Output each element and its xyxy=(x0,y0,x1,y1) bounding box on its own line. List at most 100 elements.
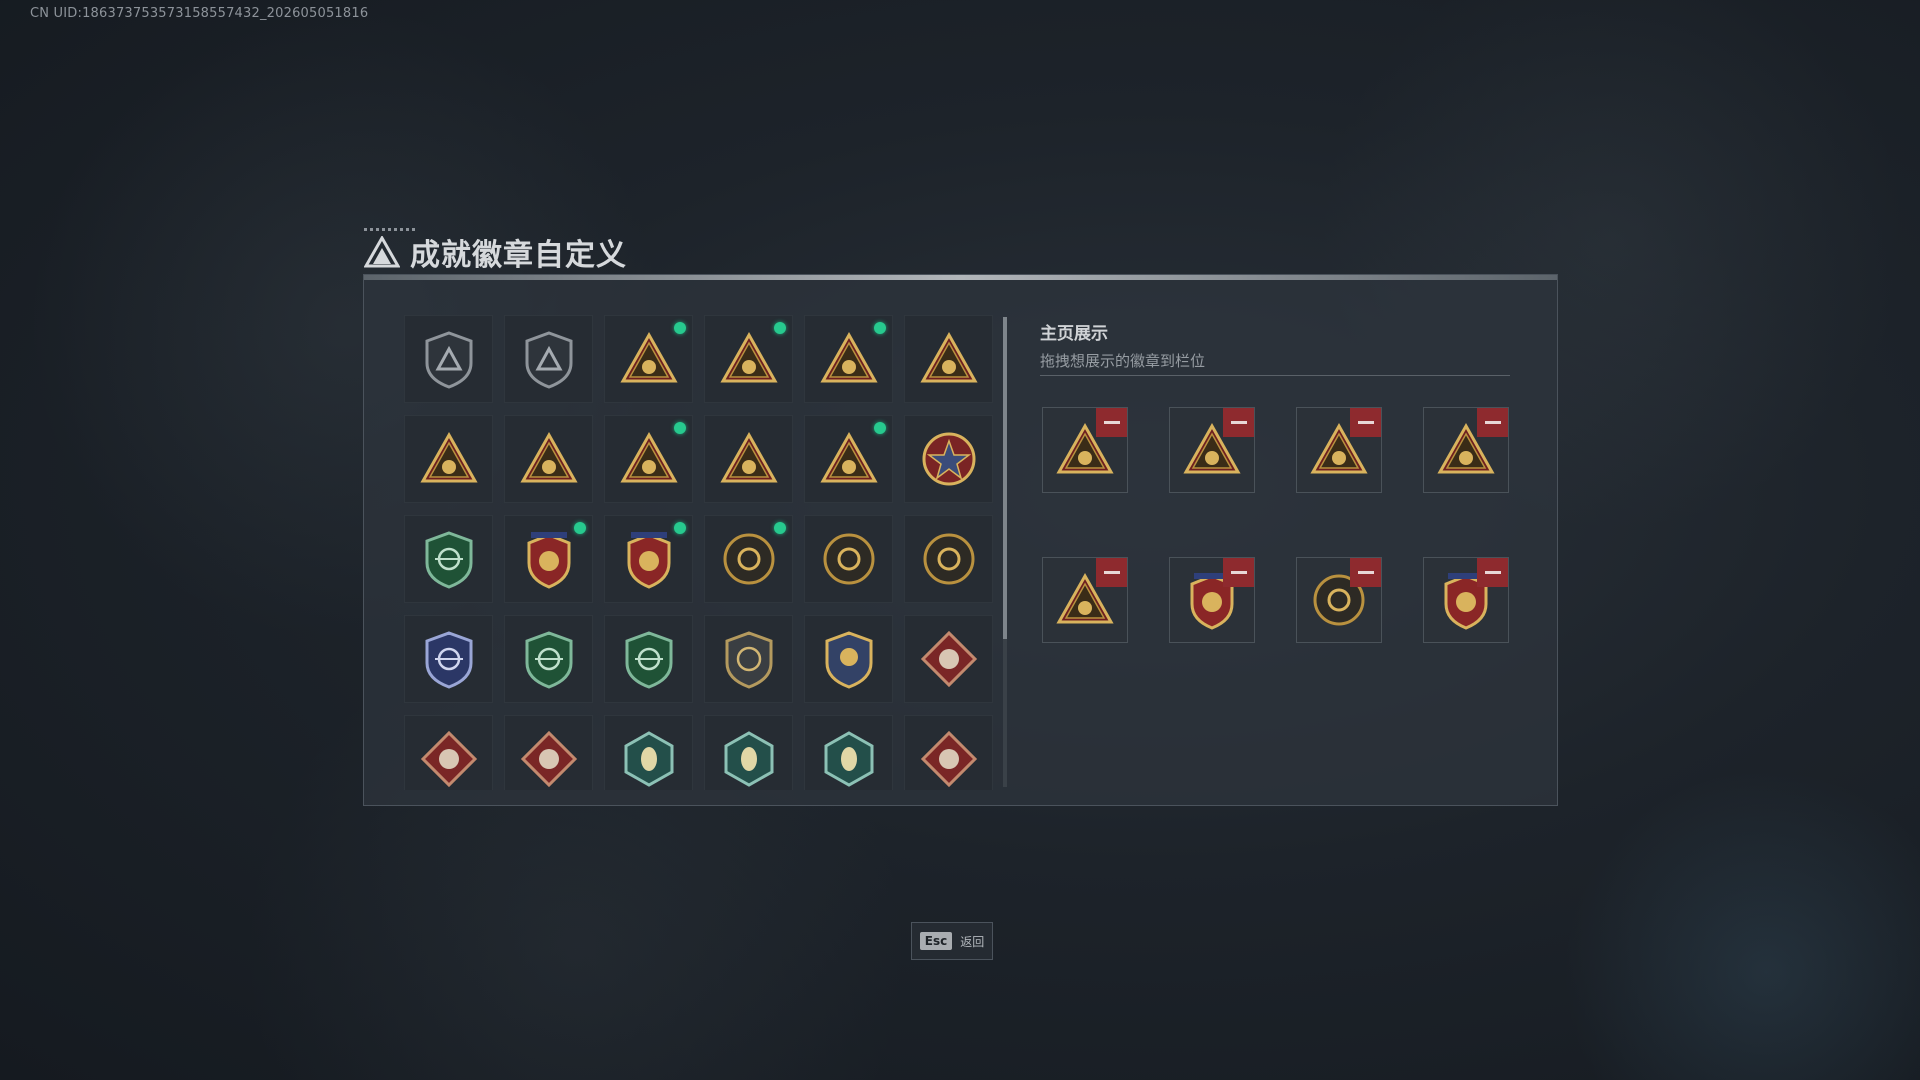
badge-cell[interactable] xyxy=(804,515,893,603)
badge-cell[interactable] xyxy=(904,715,993,790)
tri-number-one-icon xyxy=(519,429,579,489)
remove-icon[interactable] xyxy=(1477,408,1508,437)
round-eye-icon xyxy=(919,529,979,589)
showcase-slot[interactable] xyxy=(1296,557,1382,643)
tri-rocket-icon xyxy=(819,429,879,489)
new-badge-dot-icon xyxy=(874,322,886,334)
new-badge-dot-icon xyxy=(674,522,686,534)
remove-icon[interactable] xyxy=(1223,558,1254,587)
green-wasp-hex-icon xyxy=(619,729,679,789)
page-header: 成就徽章自定义 xyxy=(364,232,627,273)
showcase-slot[interactable] xyxy=(1423,407,1509,493)
showcase-slot[interactable] xyxy=(1296,407,1382,493)
badge-cell[interactable] xyxy=(904,415,993,503)
badge-cell[interactable] xyxy=(604,615,693,703)
delta-logo-icon xyxy=(364,236,400,268)
showcase-slot[interactable] xyxy=(1042,407,1128,493)
new-badge-dot-icon xyxy=(674,322,686,334)
tri-gun-icon xyxy=(419,429,479,489)
showcase-slot[interactable] xyxy=(1169,557,1255,643)
tri-crate-icon xyxy=(619,429,679,489)
badge-cell[interactable] xyxy=(504,615,593,703)
shield-helicopter-icon xyxy=(519,329,579,389)
badge-cell[interactable] xyxy=(704,715,793,790)
remove-icon[interactable] xyxy=(1350,558,1381,587)
round-skull-icon xyxy=(819,529,879,589)
green-drill-hex-icon xyxy=(819,729,879,789)
badge-cell[interactable] xyxy=(504,315,593,403)
showcase-subtitle: 拖拽想展示的徽章到栏位 xyxy=(1040,352,1206,370)
showcase-divider xyxy=(1040,375,1510,376)
badge-cell[interactable] xyxy=(704,415,793,503)
badge-cell[interactable] xyxy=(804,415,893,503)
green-rifle-shield-icon xyxy=(519,629,579,689)
remove-icon[interactable] xyxy=(1223,408,1254,437)
badge-cell[interactable] xyxy=(904,615,993,703)
green-shield-icon xyxy=(419,529,479,589)
new-badge-dot-icon xyxy=(874,422,886,434)
red-shield-stars-icon xyxy=(519,529,579,589)
new-badge-dot-icon xyxy=(674,422,686,434)
badge-cell[interactable] xyxy=(604,415,693,503)
badge-cell[interactable] xyxy=(604,715,693,790)
tri-globe-eri-icon xyxy=(819,329,879,389)
red-wolf-diamond-2-icon xyxy=(419,729,479,789)
blue-rifle-shield-icon xyxy=(419,629,479,689)
round-swirl-icon xyxy=(719,529,779,589)
badge-cell[interactable] xyxy=(804,715,893,790)
badge-cell[interactable] xyxy=(704,615,793,703)
badge-cell[interactable] xyxy=(504,715,593,790)
red-dragon-diamond-icon xyxy=(919,729,979,789)
tri-tank-icon xyxy=(619,329,679,389)
shield-delta-icon xyxy=(419,329,479,389)
badge-cell[interactable] xyxy=(604,315,693,403)
green-wasp-hex-2-icon xyxy=(719,729,779,789)
badge-grid-scrollbar[interactable] xyxy=(1003,317,1007,787)
new-badge-dot-icon xyxy=(574,522,586,534)
new-badge-dot-icon xyxy=(774,322,786,334)
badge-cell[interactable] xyxy=(404,515,493,603)
showcase-slot[interactable] xyxy=(1042,557,1128,643)
new-badge-dot-icon xyxy=(774,522,786,534)
remove-icon[interactable] xyxy=(1477,558,1508,587)
badge-cell[interactable] xyxy=(804,615,893,703)
badge-cell[interactable] xyxy=(904,515,993,603)
page-title: 成就徽章自定义 xyxy=(410,238,627,273)
star-medallion-icon xyxy=(919,429,979,489)
badge-cell[interactable] xyxy=(404,615,493,703)
tri-squad-icon xyxy=(719,429,779,489)
badge-cell[interactable] xyxy=(504,415,593,503)
badge-cell[interactable] xyxy=(604,515,693,603)
remove-icon[interactable] xyxy=(1350,408,1381,437)
gold-anchor-shield-icon xyxy=(819,629,879,689)
uid-label: CN UID:186373753573158557432_20260505181… xyxy=(30,6,369,21)
back-button[interactable]: Esc 返回 xyxy=(911,922,993,960)
tri-soldier-icon xyxy=(719,329,779,389)
tri-wing-icon xyxy=(919,329,979,389)
badge-cell[interactable] xyxy=(404,315,493,403)
panel-top-bar xyxy=(364,275,1557,280)
scroll-thumb[interactable] xyxy=(1003,317,1007,639)
badge-cell[interactable] xyxy=(804,315,893,403)
red-shield-stars-2-icon xyxy=(619,529,679,589)
badge-cell[interactable] xyxy=(704,315,793,403)
showcase-title: 主页展示 xyxy=(1040,324,1108,344)
badge-cell[interactable] xyxy=(704,515,793,603)
red-wolf-diamond-icon xyxy=(919,629,979,689)
showcase-slot[interactable] xyxy=(1169,407,1255,493)
badge-cell[interactable] xyxy=(904,315,993,403)
gray-sniper-shield-icon xyxy=(719,629,779,689)
showcase-header: 主页展示 拖拽想展示的徽章到栏位 xyxy=(1040,319,1205,371)
showcase-slot[interactable] xyxy=(1423,557,1509,643)
remove-icon[interactable] xyxy=(1096,408,1127,437)
badge-grid[interactable] xyxy=(404,315,996,790)
red-wing-diamond-icon xyxy=(519,729,579,789)
badge-panel: 主页展示 拖拽想展示的徽章到栏位 xyxy=(363,274,1558,806)
badge-cell[interactable] xyxy=(404,715,493,790)
badge-cell[interactable] xyxy=(504,515,593,603)
green-rifle-shield-2-icon xyxy=(619,629,679,689)
back-label: 返回 xyxy=(960,934,985,949)
esc-key-hint: Esc xyxy=(919,932,953,950)
badge-cell[interactable] xyxy=(404,415,493,503)
remove-icon[interactable] xyxy=(1096,558,1127,587)
